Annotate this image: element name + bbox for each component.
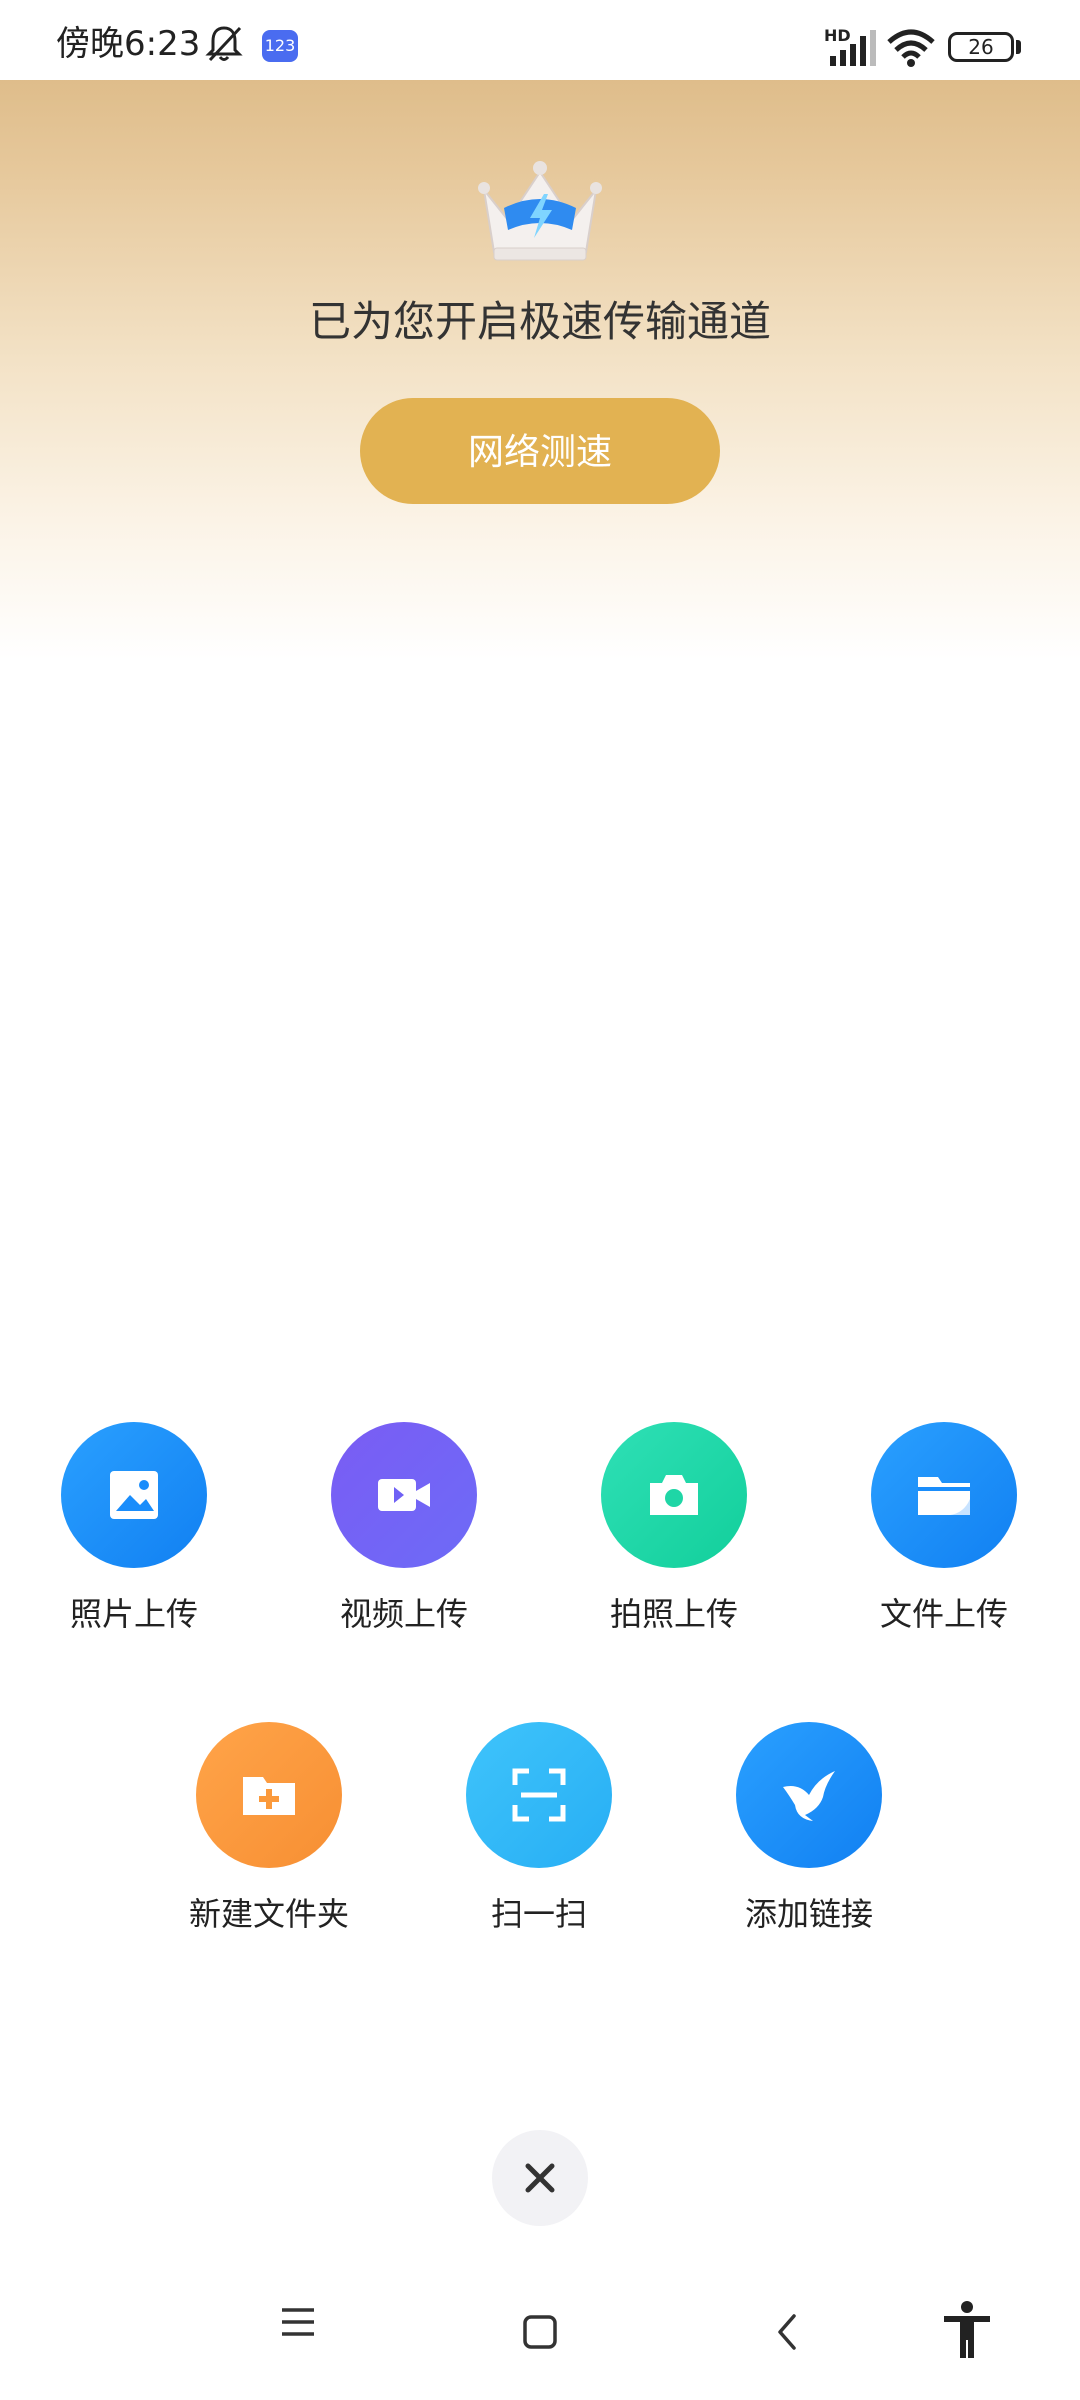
file-upload-label: 文件上传 (879, 1595, 1008, 1633)
nav-menu-button[interactable] (276, 2300, 320, 2348)
photo-upload-circle[interactable] (61, 1422, 207, 1568)
network-label: HD (824, 26, 851, 45)
video-upload-circle[interactable] (331, 1422, 477, 1568)
scan-circle[interactable] (466, 1722, 612, 1868)
camera-upload-action[interactable]: 拍照上传 (574, 1422, 774, 1636)
back-icon (778, 2314, 796, 2350)
screen: 傍晚6:23 123 HD 26 已为您开启极速传输通道 网络测速 照片上传 视… (0, 0, 1080, 2400)
close-icon (525, 2163, 555, 2193)
add-link-action[interactable]: 添加链接 (709, 1722, 909, 1936)
mute-bell-icon (202, 22, 246, 70)
new-folder-action[interactable]: 新建文件夹 (169, 1722, 369, 1936)
video-upload-action[interactable]: 视频上传 (304, 1422, 504, 1636)
photo-upload-label: 照片上传 (69, 1595, 198, 1633)
file-upload-action[interactable]: 文件上传 (844, 1422, 1044, 1636)
photo-upload-action[interactable]: 照片上传 (34, 1422, 234, 1636)
crown-icon (474, 150, 606, 270)
home-icon (523, 2315, 557, 2349)
scan-action[interactable]: 扫一扫 (439, 1722, 639, 1936)
file-upload-circle[interactable] (871, 1422, 1017, 1568)
status-time: 傍晚6:23 (56, 24, 201, 64)
camera-upload-circle[interactable] (601, 1422, 747, 1568)
wifi-icon (886, 28, 936, 72)
camera-icon (650, 1475, 698, 1515)
bird-link-icon (783, 1771, 835, 1821)
scan-label: 扫一扫 (490, 1895, 587, 1933)
status-bar: 傍晚6:23 123 HD 26 (0, 0, 1080, 80)
folder-icon (918, 1477, 970, 1515)
add-link-label: 添加链接 (744, 1895, 873, 1933)
video-upload-label: 视频上传 (339, 1595, 468, 1633)
accessibility-icon (944, 2301, 990, 2358)
hero-title: 已为您开启极速传输通道 (308, 297, 771, 346)
photo-icon (110, 1471, 158, 1519)
add-link-circle[interactable] (736, 1722, 882, 1868)
camera-upload-label: 拍照上传 (609, 1595, 738, 1633)
new-folder-circle[interactable] (196, 1722, 342, 1868)
new-folder-label: 新建文件夹 (188, 1895, 349, 1933)
speed-test-button[interactable]: 网络测速 (360, 398, 720, 504)
video-icon (378, 1479, 430, 1511)
nav-accessibility-button[interactable] (940, 2300, 994, 2364)
nav-home-button[interactable] (518, 2310, 562, 2358)
battery-tip (1016, 40, 1021, 54)
battery-indicator: 26 (948, 32, 1014, 62)
scan-icon (512, 1768, 566, 1822)
menu-icon (282, 2308, 314, 2336)
nav-back-button[interactable] (766, 2310, 810, 2358)
close-button[interactable] (492, 2130, 588, 2226)
app-badge: 123 (262, 30, 298, 62)
new-folder-icon (243, 1777, 295, 1815)
